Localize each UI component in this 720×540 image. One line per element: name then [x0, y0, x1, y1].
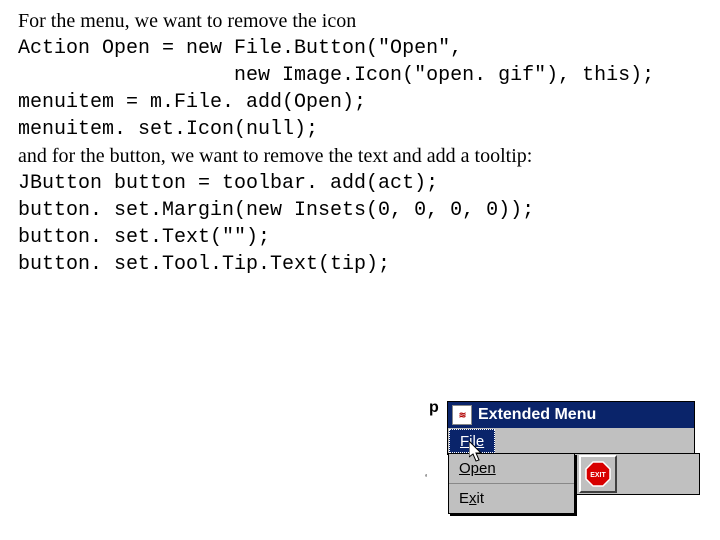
- menu-file-label: File: [460, 433, 484, 450]
- exit-button[interactable]: EXIT: [579, 455, 617, 493]
- cropped-char: p: [429, 399, 439, 417]
- java-icon: ≋: [452, 405, 472, 425]
- code1-line4: menuitem. set.Icon(null);: [18, 116, 710, 143]
- code1-line1: Action Open = new File.Button("Open",: [18, 35, 710, 62]
- menubar: File: [447, 428, 695, 455]
- code2-line3: button. set.Text("");: [18, 224, 710, 251]
- window-titlebar: ≋ Extended Menu: [447, 401, 695, 428]
- code1-line3: menuitem = m.File. add(Open);: [18, 89, 710, 116]
- code1-line2: new Image.Icon("open. gif"), this);: [18, 62, 710, 89]
- slide-text: For the menu, we want to remove the icon…: [18, 8, 710, 278]
- code2-line4: button. set.Tool.Tip.Text(tip);: [18, 251, 710, 278]
- cropped-mark: ‘: [425, 473, 427, 484]
- swing-window: p ‘ ≋ Extended Menu File Open Exit EXIT: [447, 401, 695, 455]
- toolbar: EXIT: [574, 453, 700, 495]
- file-dropdown: Open Exit: [448, 453, 575, 514]
- intro-line: For the menu, we want to remove the icon: [18, 8, 710, 35]
- dropdown-item-exit[interactable]: Exit: [449, 484, 574, 513]
- dropdown-exit-label: Exit: [459, 490, 484, 507]
- dropdown-open-label: Open: [459, 460, 496, 477]
- menu-file[interactable]: File: [449, 429, 495, 453]
- svg-text:EXIT: EXIT: [590, 472, 606, 479]
- window-title: Extended Menu: [478, 406, 596, 424]
- code2-line1: JButton button = toolbar. add(act);: [18, 170, 710, 197]
- code2-line2: button. set.Margin(new Insets(0, 0, 0, 0…: [18, 197, 710, 224]
- exit-icon: EXIT: [585, 461, 611, 487]
- mid-line: and for the button, we want to remove th…: [18, 143, 710, 170]
- dropdown-item-open[interactable]: Open: [449, 454, 574, 484]
